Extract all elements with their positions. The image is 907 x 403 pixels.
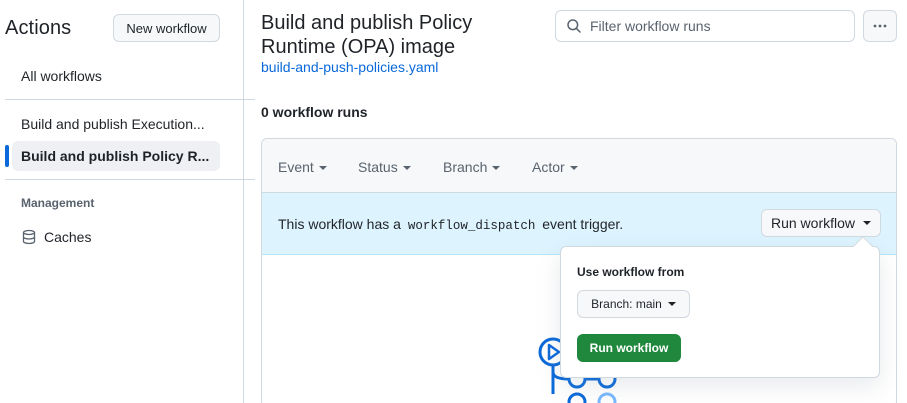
database-icon (22, 229, 36, 245)
search-icon (567, 19, 581, 33)
search-box[interactable] (555, 10, 855, 42)
filter-branch[interactable]: Branch (443, 159, 501, 175)
filter-actor[interactable]: Actor (532, 159, 578, 175)
banner-code: workflow_dispatch (407, 219, 536, 233)
sidebar-item-all-workflows[interactable]: All workflows (12, 61, 220, 91)
run-workflow-button[interactable]: Run workflow (761, 209, 881, 237)
page-title: Build and publish Policy Runtime (OPA) i… (261, 12, 473, 58)
run-workflow-popover: Use workflow from Branch: main Run workf… (560, 236, 880, 378)
caret-down-icon (863, 221, 872, 225)
branch-select-label: Branch: main (591, 297, 662, 311)
kebab-icon (873, 24, 887, 28)
sidebar-item-label: Build and publish Execution... (21, 116, 205, 132)
workflow-file-link[interactable]: build-and-push-policies.yaml (261, 59, 438, 75)
filter-label: Branch (443, 159, 488, 175)
filter-label: Actor (532, 159, 565, 175)
active-indicator (5, 145, 9, 167)
filter-label: Event (278, 159, 314, 175)
search-input[interactable] (590, 18, 840, 34)
new-workflow-button[interactable]: New workflow (113, 14, 220, 42)
sidebar-item-build-policy[interactable]: Build and publish Policy R... (12, 141, 220, 171)
caret-down-icon (318, 165, 327, 170)
caret-down-icon (402, 165, 411, 170)
management-heading: Management (21, 196, 95, 210)
run-workflow-label: Run workflow (770, 215, 856, 231)
sidebar-divider (5, 99, 255, 100)
sidebar-divider (5, 179, 255, 180)
branch-select-button[interactable]: Branch: main (577, 290, 690, 318)
workflow-run-count: 0 workflow runs (261, 104, 368, 120)
banner-text-after: event trigger. (542, 216, 624, 232)
filter-bar: Event Status Branch Actor (262, 139, 896, 193)
caret-down-icon (569, 165, 578, 170)
caret-down-icon (492, 165, 501, 170)
filter-status[interactable]: Status (358, 159, 411, 175)
confirm-run-workflow-button[interactable]: Run workflow (577, 334, 681, 362)
sidebar-item-caches[interactable]: Caches (12, 222, 220, 252)
sidebar: Actions New workflow All workflows Build… (0, 0, 255, 403)
banner-text-before: This workflow has a (278, 216, 401, 232)
sidebar-title: Actions (5, 17, 72, 39)
filter-event[interactable]: Event (278, 159, 327, 175)
caret-down-icon (667, 302, 676, 306)
use-workflow-from-label: Use workflow from (577, 265, 685, 279)
sidebar-item-build-execution[interactable]: Build and publish Execution... (12, 109, 220, 139)
banner-text: This workflow has a workflow_dispatch ev… (278, 216, 623, 233)
sidebar-item-label: Build and publish Policy R... (21, 148, 210, 164)
sidebar-item-label: All workflows (21, 68, 102, 84)
caches-label: Caches (44, 229, 92, 245)
more-options-button[interactable] (863, 10, 897, 42)
filter-label: Status (358, 159, 398, 175)
